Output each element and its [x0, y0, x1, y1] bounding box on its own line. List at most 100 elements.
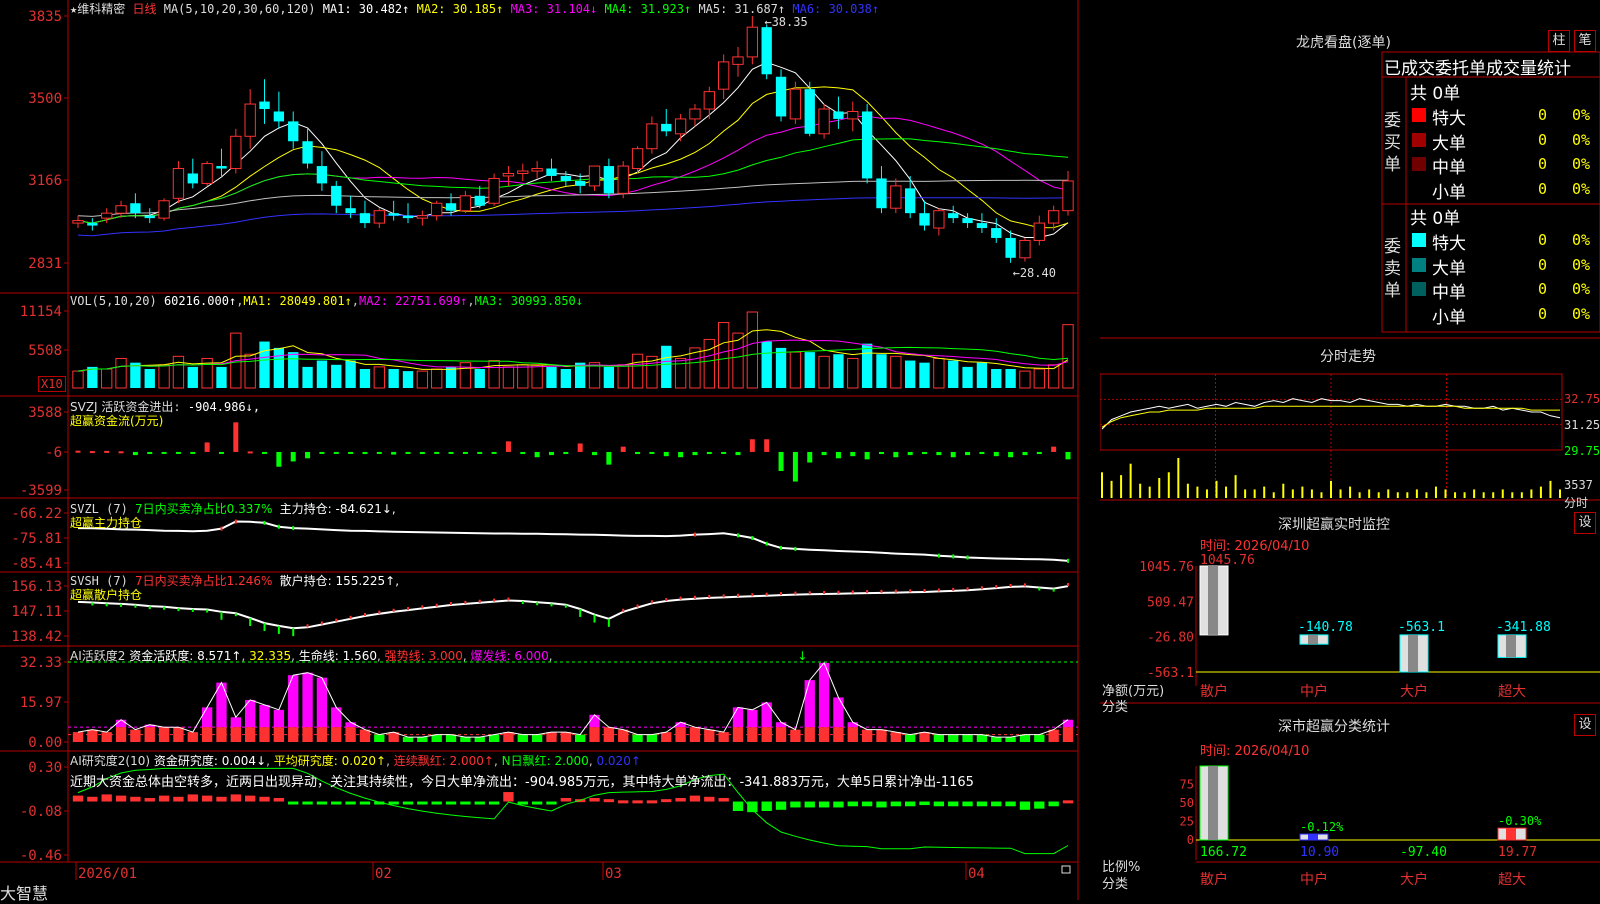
intraday-vol-bar — [1559, 489, 1561, 498]
vol-bar-up — [431, 368, 443, 389]
vol-ma3: MA3: 30993.850↓ — [474, 294, 584, 308]
ai-bar-weak — [402, 737, 414, 742]
ai-bar-base — [675, 727, 686, 742]
ai-research-bar — [201, 795, 213, 802]
ma2-line — [77, 86, 1069, 229]
vol-bar-down — [345, 360, 356, 388]
svzl-mark — [693, 532, 696, 537]
candle-body-up — [588, 165, 601, 187]
svsh-subtitle: 超赢散户持仓 — [70, 588, 143, 602]
ai-bar-base — [316, 727, 328, 742]
sz-bar-value: -341.88 — [1496, 620, 1551, 635]
vol-bar-up — [488, 360, 500, 389]
ai-research-bar — [991, 801, 1002, 807]
svzl-mark — [737, 533, 739, 538]
vol-bar-up — [631, 353, 644, 389]
vol-bar-down — [546, 366, 557, 388]
ai-research-bar — [905, 801, 916, 807]
svsh-mark — [693, 595, 696, 599]
candle-body-up — [244, 103, 256, 137]
kline-header: ★维科精密 日线 MA(5,10,20,30,60,120) MA1: 30.4… — [70, 0, 879, 17]
intraday-vol-bar — [1291, 489, 1294, 498]
ai-research-bar — [833, 801, 844, 808]
sz-tick: -26.80 — [1147, 631, 1194, 646]
svzj-bar — [405, 451, 411, 454]
intraday-vol-tick: 3537 — [1564, 478, 1593, 492]
intraday-title[interactable]: 分时走势 — [1320, 346, 1376, 366]
intraday-avg-line — [1101, 405, 1560, 428]
ai-research-bar — [230, 794, 241, 802]
intraday-vol-bar — [1377, 492, 1380, 498]
ai-continuous-red: 连续飘红: 2.000↑ — [393, 754, 494, 768]
ai-active-header: AI活跃度2 资金活跃度: 8.571↑, 32.335, 生命线: 1.560… — [70, 649, 553, 663]
ai-research-bar — [890, 801, 901, 807]
svzj-bar — [1051, 446, 1057, 452]
svzj-bar — [505, 441, 511, 452]
intraday-vol-bar — [1463, 492, 1466, 498]
ai-bar-base — [804, 727, 815, 742]
svzj-bar — [477, 451, 483, 454]
candle-body-up — [933, 210, 945, 229]
svzj-bar — [563, 451, 569, 455]
ai-research-bar — [531, 801, 543, 805]
ai-bar-strong — [603, 727, 615, 742]
svzj-bar — [448, 451, 454, 454]
column-view-button[interactable]: 柱 — [1548, 30, 1570, 52]
sz-bar-shade — [1408, 634, 1418, 672]
ai-research-bar — [689, 795, 701, 802]
sz-settings-button[interactable]: 设 — [1574, 512, 1596, 534]
ai-research-bar — [775, 801, 787, 810]
intraday-vol-bar — [1387, 489, 1390, 498]
svzj-bar — [218, 451, 224, 454]
vol-bar-up — [1019, 370, 1031, 389]
ai-bar-weak — [517, 734, 528, 742]
ai-research-bar — [704, 796, 715, 802]
ma1-line — [77, 61, 1069, 238]
ai-bar-burst — [732, 707, 744, 728]
ai-research-title: AI研究度2(10) — [70, 754, 151, 768]
svsh-mark — [1067, 583, 1069, 587]
svzl-mark — [292, 526, 295, 531]
ai-bar-weak — [417, 737, 428, 742]
period-label[interactable]: 日线 — [132, 2, 156, 16]
vol-bar-up — [172, 355, 185, 389]
vol-bar-down — [991, 369, 1002, 388]
order-type-label: 小单 — [1432, 182, 1466, 203]
intraday-vol-bar — [1473, 489, 1476, 498]
class-title: 深市超赢分类统计 — [1278, 719, 1390, 735]
svsh-mark — [249, 617, 252, 626]
candle-body-up — [101, 212, 113, 219]
candle-body-down — [962, 218, 973, 224]
class-settings-button[interactable]: 设 — [1574, 714, 1596, 736]
svzj-bar — [161, 451, 167, 454]
vol-unit-badge[interactable]: X10 — [38, 376, 66, 392]
candle-body-down — [919, 213, 930, 226]
class-category-label: 超大 — [1498, 872, 1526, 888]
intraday-vol-bar — [1530, 489, 1533, 498]
svzl-mark — [751, 535, 754, 540]
candle-body-up — [201, 163, 213, 184]
ai-bar-burst — [331, 707, 342, 728]
svsh-mark — [148, 606, 151, 610]
vol-bar-up — [933, 357, 945, 389]
svsh-mark — [579, 608, 582, 617]
svzj-tick: -6 — [45, 445, 62, 461]
stock-name[interactable]: 维科精密 — [77, 2, 125, 16]
intraday-vol-bar — [1415, 489, 1418, 498]
ai-bar-strong — [704, 729, 715, 742]
pen-view-button[interactable]: 笔 — [1574, 30, 1596, 52]
svzj-bar — [419, 451, 425, 455]
svsh-mark — [837, 590, 840, 594]
intraday-tick-2: 31.25 — [1564, 418, 1600, 432]
candle-body-up — [789, 88, 802, 120]
chart-area[interactable]: 3835 3500 3166 2831 ←38.35 ←28.40 11154 5508 358… — [0, 0, 1100, 903]
intraday-vol-bar — [1368, 489, 1371, 498]
svsh-mark — [220, 611, 223, 620]
intraday-vol-bar — [1549, 480, 1552, 498]
brand-logo[interactable]: 大智慧 — [0, 880, 48, 904]
ai-bar-strong — [130, 729, 141, 742]
svsh-mark — [392, 608, 395, 612]
ai-bar-weak — [905, 734, 916, 742]
class-tick: 25 — [1180, 815, 1194, 829]
svzj-bar — [333, 451, 339, 454]
